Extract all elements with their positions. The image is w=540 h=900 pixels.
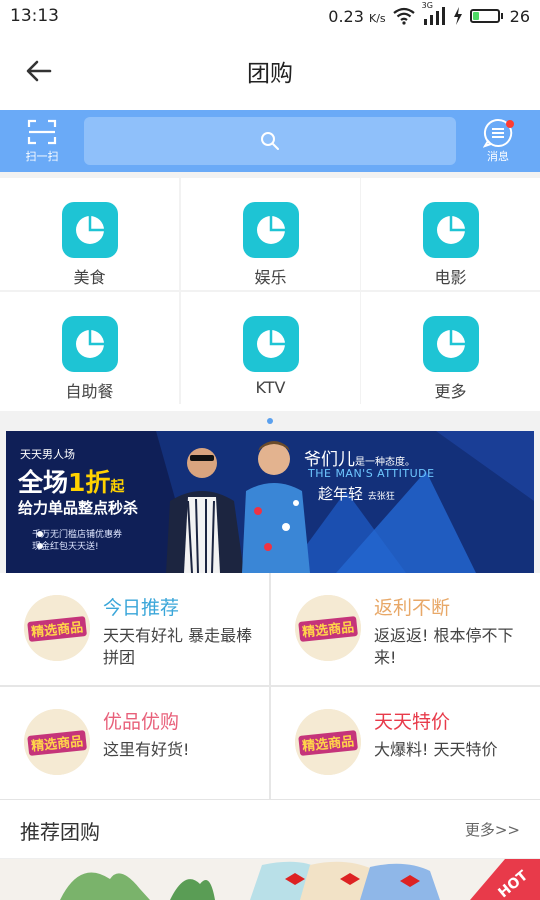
promo-desc: 返返返! 根本停不下来! <box>374 626 514 667</box>
search-input[interactable] <box>84 117 456 165</box>
page-title: 团购 <box>247 61 293 87</box>
promo-desc: 这里有好货! <box>103 740 190 759</box>
banner-container: 天天男人场 全场1折起 给力单品整点秒杀 千万无门槛店铺优惠券 现金红包天天送!… <box>0 431 540 573</box>
category-buffet[interactable]: 自助餐 <box>0 292 179 404</box>
charging-icon <box>453 7 463 25</box>
pie-chart-icon <box>422 316 479 372</box>
message-label: 消息 <box>487 150 509 163</box>
wifi-icon <box>392 7 415 25</box>
promo-title: 今日推荐 <box>103 597 180 619</box>
banner-note-2: 现金红包天天送! <box>32 542 99 552</box>
category-food[interactable]: 美食 <box>0 178 179 290</box>
recommend-item-image[interactable]: HOT <box>0 859 540 900</box>
category-grid: 美食 娱乐 电影 自助餐 KTV 更多 <box>0 172 540 404</box>
category-label: 娱乐 <box>254 268 287 287</box>
category-more[interactable]: 更多 <box>361 292 540 404</box>
category-label: 美食 <box>73 268 106 287</box>
category-ktv[interactable]: KTV <box>181 292 360 404</box>
category-entertainment[interactable]: 娱乐 <box>181 178 360 290</box>
carousel-indicator <box>0 411 540 431</box>
promo-rebate[interactable]: 精选商品 返利不断 返返返! 根本停不下来! <box>271 573 540 685</box>
network-speed: 0.23 K/s <box>328 6 386 26</box>
banner-tag: 天天男人场 <box>20 448 75 461</box>
search-strip: 扫一扫 消息 <box>0 110 540 172</box>
scan-button[interactable]: 扫一扫 <box>18 116 66 170</box>
category-label: 电影 <box>434 268 467 287</box>
recommend-header: 推荐团购 更多>> <box>0 799 540 859</box>
pie-chart-icon <box>242 202 299 258</box>
battery-icon <box>469 9 503 23</box>
pie-chart-icon <box>422 202 479 258</box>
banner-subline: 给力单品整点秒杀 <box>18 499 139 517</box>
featured-badge-image: 精选商品 <box>24 595 90 661</box>
featured-badge-image: 精选商品 <box>295 595 361 661</box>
title-bar: 团购 <box>0 32 540 110</box>
banner-slogan-en: THE MAN'S ATTITUDE <box>308 467 435 480</box>
category-label: 自助餐 <box>65 382 114 401</box>
pie-chart-icon <box>61 202 118 258</box>
promo-daily-special[interactable]: 精选商品 天天特价 大爆料! 天天特价 <box>271 687 540 799</box>
promo-title: 天天特价 <box>374 711 451 733</box>
category-movie[interactable]: 电影 <box>361 178 540 290</box>
promo-quality[interactable]: 精选商品 优品优购 这里有好货! <box>0 687 269 799</box>
unread-dot <box>506 120 514 128</box>
pie-chart-icon <box>242 316 299 372</box>
status-time: 13:13 <box>10 6 59 26</box>
status-bar: 13:13 0.23 K/s 3G 26 <box>0 0 540 32</box>
battery-level: 26 <box>509 6 530 26</box>
category-label: 更多 <box>434 382 467 401</box>
carousel-dot-active <box>267 418 273 424</box>
promo-desc: 天天有好礼 暴走最棒拼团 <box>103 626 253 667</box>
scan-label: 扫一扫 <box>25 150 59 163</box>
category-label: KTV <box>255 378 286 397</box>
scan-icon <box>27 119 57 145</box>
promo-title: 优品优购 <box>103 711 180 733</box>
featured-badge-image: 精选商品 <box>24 709 90 775</box>
featured-badge-image: 精选商品 <box>295 709 361 775</box>
status-indicators: 0.23 K/s 3G 26 <box>328 1 530 26</box>
promo-today[interactable]: 精选商品 今日推荐 天天有好礼 暴走最棒拼团 <box>0 573 269 685</box>
banner-headline: 全场1折起 <box>18 468 125 497</box>
pie-chart-icon <box>61 316 118 372</box>
recommend-title: 推荐团购 <box>20 820 100 844</box>
message-button[interactable]: 消息 <box>474 116 522 170</box>
banner-slogan-young: 趁年轻 去张狂 <box>318 485 395 503</box>
recommend-more-link[interactable]: 更多>> <box>465 819 520 840</box>
promo-banner[interactable]: 天天男人场 全场1折起 给力单品整点秒杀 千万无门槛店铺优惠券 现金红包天天送!… <box>6 431 534 573</box>
search-icon <box>261 132 279 150</box>
promo-grid: 精选商品 今日推荐 天天有好礼 暴走最棒拼团 精选商品 返利不断 返返返! 根本… <box>0 573 540 799</box>
signal-icon: 3G <box>422 1 446 25</box>
promo-title: 返利不断 <box>374 597 451 619</box>
product-image: HOT <box>60 859 540 900</box>
promo-desc: 大爆料! 天天特价 <box>374 740 498 759</box>
battery-fill <box>472 12 479 20</box>
